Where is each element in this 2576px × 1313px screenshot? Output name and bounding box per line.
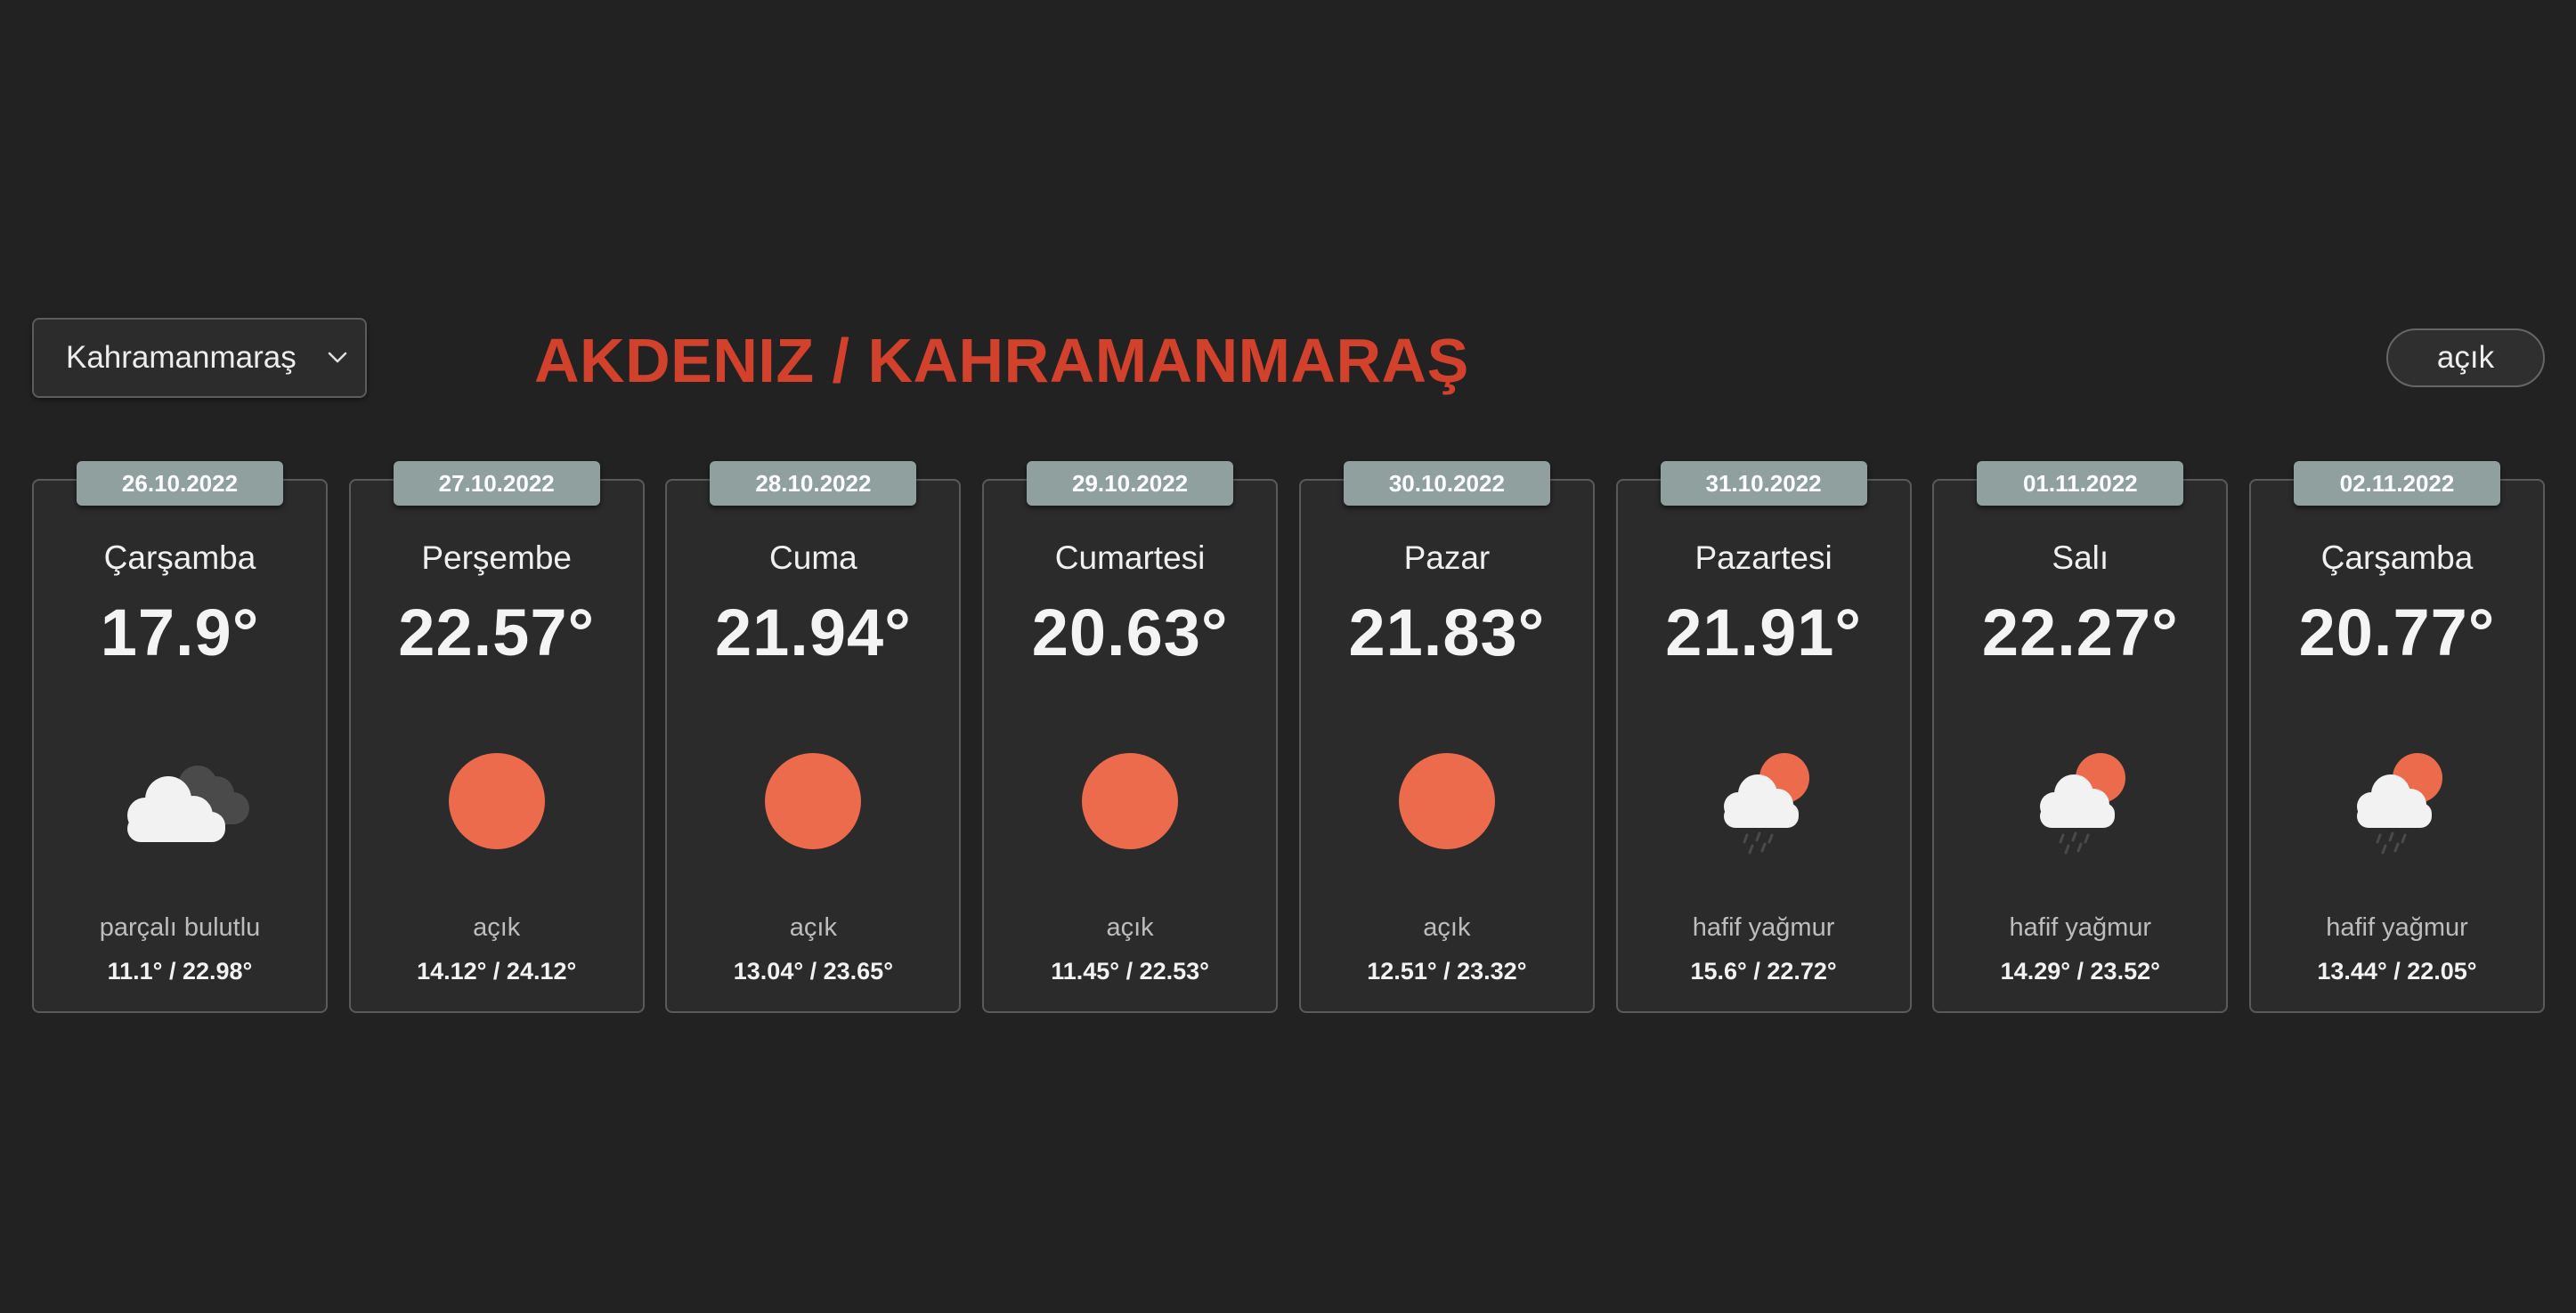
city-select-value: Kahramanmaraş: [66, 340, 297, 375]
min-max-temperature: 13.04° / 23.65°: [733, 958, 893, 985]
day-name: Çarşamba: [2320, 539, 2474, 576]
date-badge: 27.10.2022: [393, 461, 600, 506]
weather-description: açık: [1106, 913, 1154, 942]
page-title: AKDENIZ / KAHRAMANMARAŞ: [534, 326, 1469, 395]
forecast-card: 26.10.2022 Çarşamba 17.9° parçalı bulutl…: [32, 461, 328, 1013]
weather-description: parçalı bulutlu: [99, 913, 261, 942]
day-name: Salı: [2052, 539, 2109, 576]
date-badge: 31.10.2022: [1660, 461, 1867, 506]
date-badge: 02.11.2022: [2294, 461, 2500, 506]
clear-sun-icon: [737, 748, 889, 855]
min-max-temperature: 11.45° / 22.53°: [1051, 958, 1209, 985]
current-temperature: 17.9°: [100, 596, 260, 669]
date-badge: 26.10.2022: [77, 461, 283, 506]
forecast-card: 02.11.2022 Çarşamba 20.77° hafif yağmur …: [2249, 461, 2545, 1013]
weather-description: hafif yağmur: [2009, 913, 2152, 942]
min-max-temperature: 14.29° / 23.52°: [2000, 958, 2160, 985]
current-temperature: 21.83°: [1348, 596, 1546, 669]
day-name: Pazartesi: [1694, 539, 1832, 576]
min-max-temperature: 14.12° / 24.12°: [417, 958, 577, 985]
weather-description: açık: [789, 913, 837, 942]
forecast-card: 27.10.2022 Perşembe 22.57° açık 14.12° /…: [348, 461, 645, 1013]
current-temperature: 21.91°: [1665, 596, 1862, 669]
min-max-temperature: 12.51° / 23.32°: [1367, 958, 1527, 985]
theme-toggle-button[interactable]: açık: [2386, 328, 2545, 387]
min-max-temperature: 13.44° / 22.05°: [2317, 958, 2477, 985]
forecast-card: 01.11.2022 Salı 22.27° hafif yağmur 14.2…: [1932, 461, 2229, 1013]
min-max-temperature: 15.6° / 22.72°: [1690, 958, 1837, 985]
current-temperature: 20.77°: [2298, 596, 2496, 669]
clear-sun-icon: [1371, 748, 1523, 855]
date-badge: 01.11.2022: [1977, 461, 2184, 506]
forecast-card: 29.10.2022 Cumartesi 20.63° açık 11.45° …: [982, 461, 1279, 1013]
date-badge: 28.10.2022: [710, 461, 917, 506]
weather-description: açık: [1423, 913, 1471, 942]
date-badge: 29.10.2022: [1027, 461, 1234, 506]
city-select[interactable]: Kahramanmaraş: [32, 318, 367, 398]
weather-page: Kahramanmaraş AKDENIZ / KAHRAMANMARAŞ aç…: [0, 0, 2576, 1313]
day-name: Çarşamba: [103, 539, 256, 576]
broken-clouds-icon: [104, 748, 256, 855]
day-name: Perşembe: [421, 539, 572, 576]
forecast-card: 30.10.2022 Pazar 21.83° açık 12.51° / 23…: [1298, 461, 1595, 1013]
day-name: Cuma: [769, 539, 857, 576]
light-rain-icon: [1688, 748, 1840, 855]
current-temperature: 22.27°: [1981, 596, 2179, 669]
day-name: Pazar: [1403, 539, 1491, 576]
clear-sun-icon: [1054, 748, 1206, 855]
date-badge: 30.10.2022: [1343, 461, 1550, 506]
weather-description: hafif yağmur: [1692, 913, 1835, 942]
current-temperature: 20.63°: [1031, 596, 1229, 669]
light-rain-icon: [2004, 748, 2156, 855]
current-temperature: 22.57°: [398, 596, 596, 669]
forecast-card: 31.10.2022 Pazartesi 21.91° hafif yağmur…: [1615, 461, 1912, 1013]
chevron-down-icon: [326, 346, 349, 369]
clear-sun-icon: [421, 748, 573, 855]
forecast-card: 28.10.2022 Cuma 21.94° açık 13.04° / 23.…: [665, 461, 962, 1013]
current-temperature: 21.94°: [715, 596, 912, 669]
weather-description: açık: [473, 913, 521, 942]
weather-description: hafif yağmur: [2326, 913, 2468, 942]
min-max-temperature: 11.1° / 22.98°: [107, 958, 253, 985]
light-rain-icon: [2321, 748, 2473, 855]
day-name: Cumartesi: [1054, 539, 1206, 576]
forecast-cards: 26.10.2022 Çarşamba 17.9° parçalı bulutl…: [32, 459, 2545, 1015]
